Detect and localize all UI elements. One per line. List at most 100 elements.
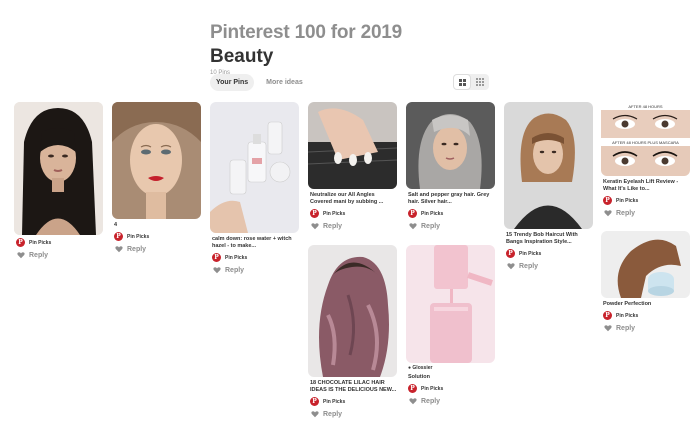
large-grid-icon <box>458 78 466 86</box>
pin-image[interactable] <box>112 102 201 219</box>
pin-user: Pin Picks <box>519 250 542 257</box>
heart-icon <box>213 267 221 274</box>
pinterest-logo-icon: P <box>603 311 612 320</box>
pin-attribution[interactable]: P Pin Picks <box>308 397 397 406</box>
pin-user: Pin Picks <box>127 233 150 240</box>
reply-button[interactable]: Reply <box>14 251 103 259</box>
pin-user: Pin Picks <box>421 210 444 217</box>
heart-icon <box>311 411 319 418</box>
pin-attribution[interactable]: P Pin Picks <box>406 209 495 218</box>
pin-image[interactable] <box>14 102 103 235</box>
board-header: Pinterest 100 for 2019 Beauty 10 Pins <box>210 22 402 76</box>
pin-user: Pin Picks <box>616 197 639 204</box>
pin-image[interactable]: AFTER 48 HOURS AFTER 48 HOURS PLUS MASCA… <box>601 102 690 176</box>
pin-description[interactable]: Neutralize our All Angles Covered mani b… <box>308 192 397 206</box>
pin-description[interactable]: 4 <box>112 222 201 229</box>
pin-source[interactable]: ● Glossier <box>406 365 495 371</box>
pin-attribution[interactable]: P Pin Picks <box>210 253 299 262</box>
reply-label: Reply <box>519 262 539 270</box>
pin-description[interactable]: Salt and pepper gray hair. Grey hair. Si… <box>406 192 495 206</box>
pin-description[interactable]: Solution <box>406 374 495 381</box>
pin-attribution[interactable]: P Pin Picks <box>406 384 495 393</box>
reply-label: Reply <box>616 324 636 332</box>
reply-button[interactable]: Reply <box>308 410 397 418</box>
pinterest-logo-icon: P <box>506 249 515 258</box>
pin-user: Pin Picks <box>323 210 346 217</box>
pin-image[interactable] <box>210 102 299 233</box>
pin-card[interactable]: 18 CHOCOLATE LILAC HAIR IDEAS IS THE DEL… <box>308 245 397 418</box>
pinterest-logo-icon: P <box>408 384 417 393</box>
pin-description[interactable]: 18 CHOCOLATE LILAC HAIR IDEAS IS THE DEL… <box>308 380 397 394</box>
pin-user: Pin Picks <box>616 312 639 319</box>
pinterest-logo-icon: P <box>114 232 123 241</box>
pinterest-logo-icon: P <box>16 238 25 247</box>
pin-user: Pin Picks <box>323 398 346 405</box>
reply-button[interactable]: Reply <box>210 266 299 274</box>
pin-attribution[interactable]: P Pin Picks <box>601 196 690 205</box>
heart-icon <box>604 210 612 217</box>
reply-button[interactable]: Reply <box>308 222 397 230</box>
pin-card[interactable]: P Pin Picks Reply <box>14 102 103 259</box>
pin-user: Pin Picks <box>29 239 52 246</box>
pin-image[interactable] <box>406 245 495 363</box>
heart-icon <box>17 252 25 259</box>
reply-button[interactable]: Reply <box>601 209 690 217</box>
heart-icon <box>604 325 612 332</box>
pinterest-logo-icon: P <box>408 209 417 218</box>
pin-user: Pin Picks <box>421 385 444 392</box>
pin-attribution[interactable]: P Pin Picks <box>112 232 201 241</box>
compact-grid-icon <box>476 78 484 86</box>
reply-button[interactable]: Reply <box>504 262 593 270</box>
pin-image[interactable] <box>504 102 593 229</box>
pinterest-logo-icon: P <box>603 196 612 205</box>
reply-button[interactable]: Reply <box>406 222 495 230</box>
pin-attribution[interactable]: P Pin Picks <box>14 238 103 247</box>
reply-label: Reply <box>616 209 636 217</box>
pin-image[interactable] <box>601 231 690 298</box>
collection-title[interactable]: Pinterest 100 for 2019 <box>210 22 402 44</box>
board-tabs: Your Pins More ideas <box>210 74 309 91</box>
image-caption-bottom: AFTER 48 HOURS PLUS MASCARA <box>612 140 679 145</box>
pin-image[interactable] <box>308 102 397 189</box>
pin-description[interactable]: Powder Perfection <box>601 301 690 308</box>
pin-card[interactable]: Salt and pepper gray hair. Grey hair. Si… <box>406 102 495 230</box>
pin-card[interactable]: 15 Trendy Bob Haircut With Bangs Inspira… <box>504 102 593 270</box>
reply-button[interactable]: Reply <box>601 324 690 332</box>
image-caption-top: AFTER 48 HOURS <box>628 104 663 109</box>
heart-icon <box>507 263 515 270</box>
reply-button[interactable]: Reply <box>112 245 201 253</box>
reply-label: Reply <box>323 410 343 418</box>
reply-label: Reply <box>421 397 441 405</box>
reply-label: Reply <box>323 222 343 230</box>
pin-attribution[interactable]: P Pin Picks <box>601 311 690 320</box>
reply-button[interactable]: Reply <box>406 397 495 405</box>
pin-card[interactable]: Powder Perfection P Pin Picks Reply <box>601 231 690 332</box>
view-toggle <box>453 74 489 90</box>
tab-more-ideas[interactable]: More ideas <box>260 74 309 91</box>
pin-description[interactable]: 15 Trendy Bob Haircut With Bangs Inspira… <box>504 232 593 246</box>
pin-card[interactable]: 4 P Pin Picks Reply <box>112 102 201 253</box>
pin-attribution[interactable]: P Pin Picks <box>504 249 593 258</box>
pin-card[interactable]: AFTER 48 HOURS AFTER 48 HOURS PLUS MASCA… <box>601 102 690 217</box>
reply-label: Reply <box>421 222 441 230</box>
pin-attribution[interactable]: P Pin Picks <box>308 209 397 218</box>
board-name: Beauty <box>210 46 274 67</box>
pin-card[interactable]: ● Glossier Solution P Pin Picks Reply <box>406 245 495 405</box>
reply-label: Reply <box>29 251 49 259</box>
pin-image[interactable] <box>308 245 397 377</box>
pinterest-logo-icon: P <box>212 253 221 262</box>
pinterest-logo-icon: P <box>310 397 319 406</box>
compact-grid-button[interactable] <box>471 74 489 90</box>
pin-source-label: Glossier <box>412 365 433 371</box>
heart-icon <box>311 223 319 230</box>
pin-card[interactable]: Neutralize our All Angles Covered mani b… <box>308 102 397 230</box>
heart-icon <box>409 398 417 405</box>
pin-image[interactable] <box>406 102 495 189</box>
heart-icon <box>409 223 417 230</box>
tab-your-pins[interactable]: Your Pins <box>210 74 255 91</box>
large-grid-button[interactable] <box>453 74 471 90</box>
pin-card[interactable]: calm down: rose water + witch hazel - to… <box>210 102 299 274</box>
pin-description[interactable]: calm down: rose water + witch hazel - to… <box>210 236 299 250</box>
pin-description[interactable]: Keratin Eyelash Lift Review - What It's … <box>601 179 690 193</box>
pinterest-logo-icon: P <box>310 209 319 218</box>
